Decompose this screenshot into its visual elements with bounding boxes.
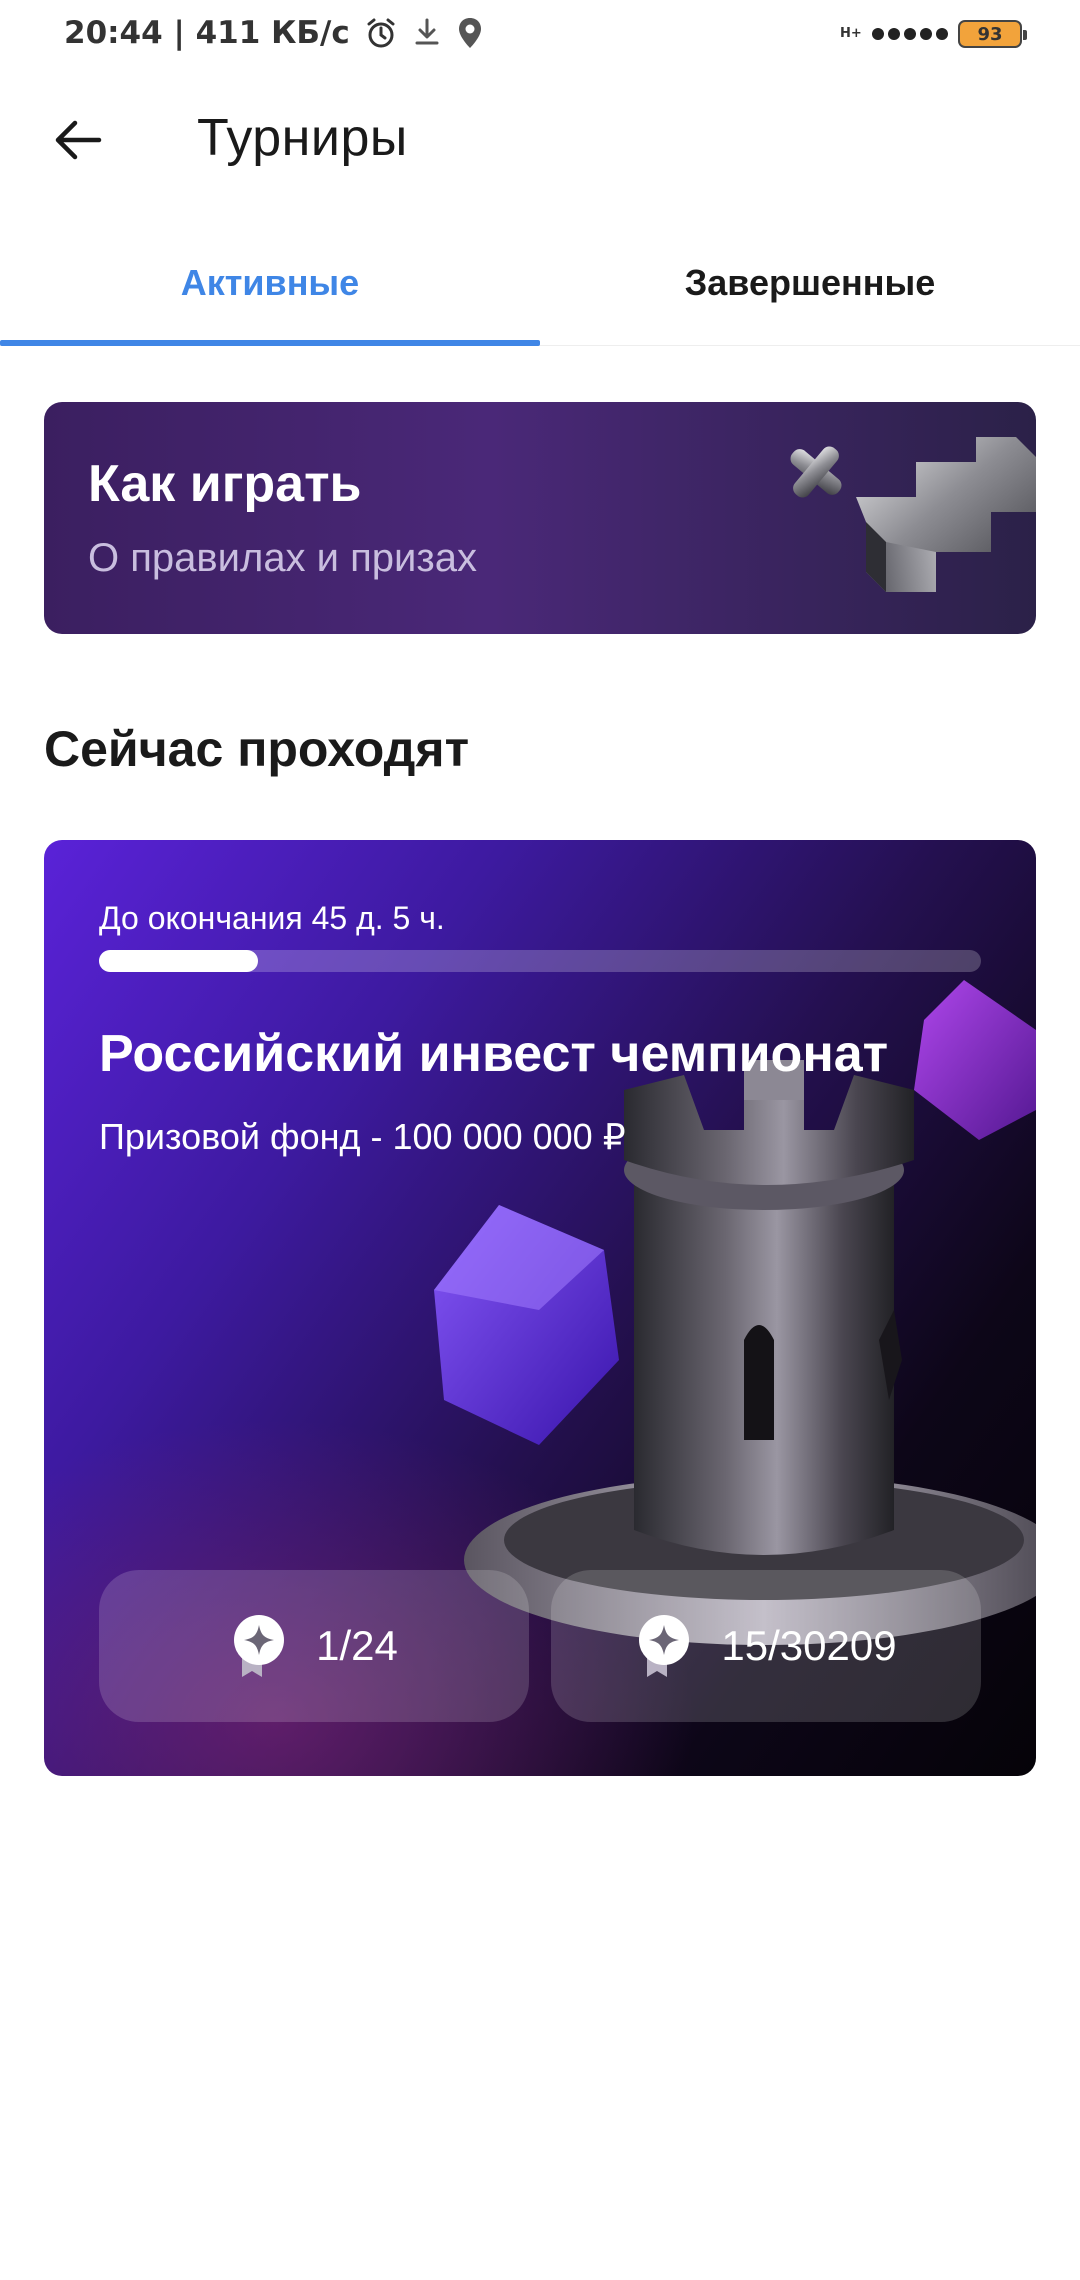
status-time-speed: 20:44 | 411 КБ/с — [64, 15, 350, 51]
battery-icon: 93 — [958, 20, 1027, 48]
battery-level: 93 — [977, 23, 1003, 45]
tab-finished[interactable]: Завершенные — [540, 240, 1080, 346]
arrow-left-icon — [55, 120, 102, 160]
tournament-card[interactable]: До окончания 45 д. 5 ч. Российский инвес… — [44, 840, 1036, 1776]
stat-left-value: 1/24 — [316, 1622, 398, 1669]
medal-icon — [639, 1615, 690, 1677]
stat-rank-button[interactable]: 1/24 — [99, 1570, 529, 1722]
tab-indicator — [0, 340, 540, 346]
tournament-prize: Призовой фонд - 100 000 000 ₽ — [99, 1116, 626, 1157]
stat-position-button[interactable]: 15/30209 — [551, 1570, 981, 1722]
download-icon — [415, 18, 439, 45]
app-bar: Турниры — [0, 90, 1080, 190]
medal-icon — [234, 1615, 285, 1677]
page-title: Турниры — [197, 109, 408, 167]
how-to-play-card[interactable]: Как играть О правилах и призах — [44, 402, 1036, 634]
tournament-title: Российский инвест чемпионат — [99, 1025, 889, 1083]
network-type: H+ — [840, 26, 862, 41]
location-icon — [458, 18, 481, 48]
signal-icon — [872, 28, 948, 40]
how-to-play-subtitle: О правилах и призах — [88, 536, 477, 580]
puzzle-illustration-icon — [790, 437, 1036, 592]
how-to-play-title: Как играть — [88, 455, 362, 513]
stat-right-value: 15/30209 — [721, 1622, 897, 1669]
section-title: Сейчас проходят — [44, 721, 470, 777]
tab-bar: Активные Завершенные — [0, 240, 1080, 346]
alarm-icon — [367, 18, 395, 48]
status-bar: 20:44 | 411 КБ/с H+ 93 — [0, 0, 1080, 66]
status-bar-left: 20:44 | 411 КБ/с — [64, 12, 484, 54]
tab-active[interactable]: Активные — [0, 240, 540, 346]
back-button[interactable] — [48, 110, 108, 170]
status-bar-right: H+ 93 — [840, 14, 1027, 54]
